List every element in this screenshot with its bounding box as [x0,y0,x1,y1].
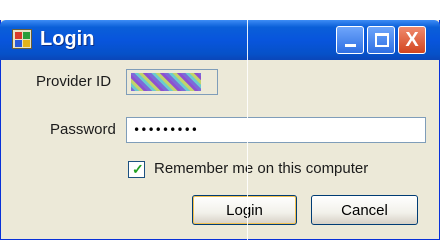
password-field[interactable]: ••••••••• [126,117,426,143]
remember-me-checkbox[interactable]: ✓ [128,161,145,178]
login-button[interactable]: Login [192,195,297,225]
window-title: Login [40,28,95,50]
title-bar[interactable]: Login X [0,20,440,60]
provider-id-label: Provider ID [36,73,112,90]
maximize-button[interactable] [367,26,395,54]
password-label: Password [50,121,116,138]
maximize-icon [375,33,389,47]
check-icon: ✓ [132,161,144,177]
redacted-provider-id [131,73,201,91]
provider-id-field [126,69,218,95]
overlay-line [247,0,248,240]
app-icon [12,29,32,49]
minimize-button[interactable] [336,26,364,54]
close-button[interactable]: X [398,26,426,54]
cancel-button[interactable]: Cancel [311,195,418,225]
remember-me-label[interactable]: Remember me on this computer [154,160,368,177]
close-icon: X [405,29,419,51]
minimize-icon [345,44,356,47]
